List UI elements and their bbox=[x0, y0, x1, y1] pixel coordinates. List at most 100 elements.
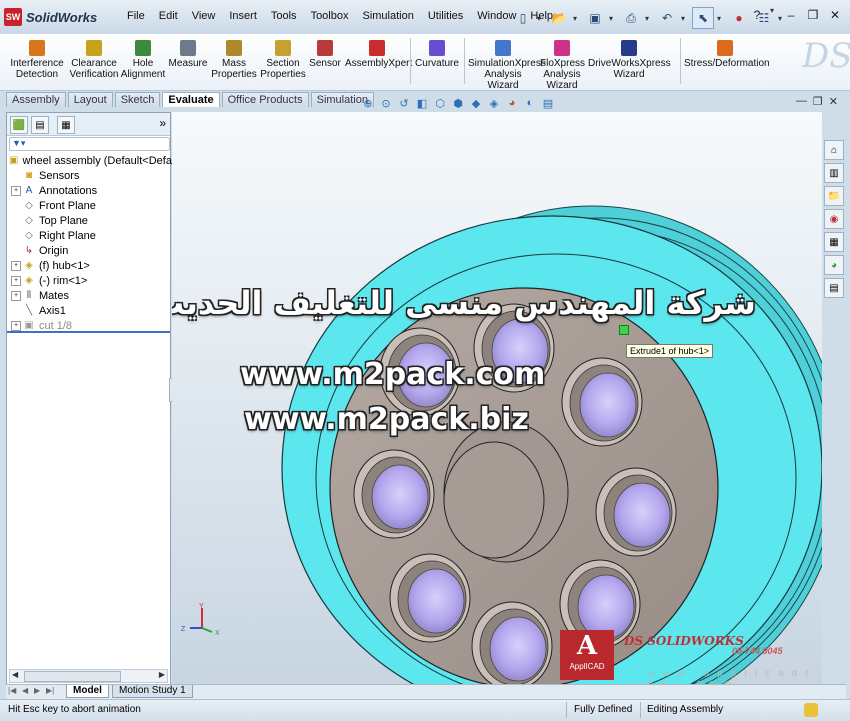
stress-button[interactable]: Stress/Deformation bbox=[684, 40, 770, 69]
menu-toolbox[interactable]: Toolbox bbox=[304, 10, 356, 22]
menu-file[interactable]: File bbox=[120, 10, 152, 22]
design-library-icon[interactable]: ▥ bbox=[824, 163, 844, 183]
search-icon[interactable]: ◉ bbox=[824, 209, 844, 229]
expand-toggle-icon[interactable]: + bbox=[11, 290, 21, 301]
tab-model[interactable]: Model bbox=[66, 685, 109, 698]
scroll-right-icon[interactable]: ▶ bbox=[159, 670, 165, 679]
propertymanager-tab-icon[interactable]: ▤ bbox=[31, 116, 49, 134]
apply-scene-icon[interactable]: ◐ bbox=[522, 95, 538, 111]
tree-node[interactable]: ◙ Sensors bbox=[7, 168, 170, 183]
scrollbar-thumb[interactable] bbox=[24, 671, 121, 682]
menu-view[interactable]: View bbox=[185, 10, 223, 22]
menu-insert[interactable]: Insert bbox=[222, 10, 264, 22]
tree-node[interactable]: ◇ Front Plane bbox=[7, 198, 170, 213]
measure-button[interactable]: Measure bbox=[168, 40, 208, 69]
viewport-restore-icon[interactable]: ❐ bbox=[813, 95, 823, 108]
horizontal-scrollbar[interactable]: ◀ ▶ bbox=[9, 669, 168, 683]
solidworks-resources-icon[interactable]: ⌂ bbox=[824, 140, 844, 160]
custom-properties-icon[interactable]: ▤ bbox=[824, 278, 844, 298]
new-document-icon[interactable]: ▯ bbox=[512, 7, 534, 29]
app-logo[interactable]: SW SolidWorks bbox=[4, 5, 114, 29]
tab-office-products[interactable]: Office Products bbox=[221, 92, 309, 107]
tree-node[interactable]: ↳ Origin bbox=[7, 243, 170, 258]
tree-node[interactable]: ◇ Right Plane bbox=[7, 228, 170, 243]
view-settings-icon[interactable]: ▤ bbox=[540, 95, 556, 111]
help-dropdown-icon[interactable]: ▾ bbox=[770, 6, 778, 24]
sensor-button[interactable]: Sensor bbox=[308, 40, 342, 69]
tree-node[interactable]: ▣ wheel assembly (Default<Defau bbox=[7, 153, 178, 168]
rollback-bar[interactable] bbox=[7, 331, 170, 333]
minimize-icon[interactable]: – bbox=[782, 6, 800, 24]
wheel-assembly-model[interactable] bbox=[172, 112, 822, 684]
rebuild-status-icon[interactable] bbox=[804, 703, 818, 717]
next-tab-icon[interactable]: ▶ bbox=[34, 686, 40, 695]
print-icon[interactable]: ⎙ bbox=[620, 7, 642, 29]
menu-utilities[interactable]: Utilities bbox=[421, 10, 470, 22]
tab-layout[interactable]: Layout bbox=[67, 92, 113, 107]
clearance-button[interactable]: Clearance Verification bbox=[68, 40, 120, 80]
viewport-minimize-icon[interactable]: — bbox=[796, 95, 807, 108]
open-dropdown-icon[interactable]: ▾ bbox=[573, 14, 581, 23]
tree-node[interactable]: ╲ Axis1 bbox=[7, 303, 170, 318]
filter-field[interactable]: ▼▾ bbox=[9, 137, 170, 151]
section-view-icon[interactable]: ◧ bbox=[414, 95, 430, 111]
scroll-left-icon[interactable]: ◀ bbox=[12, 670, 18, 679]
select-dropdown-icon[interactable]: ▾ bbox=[717, 14, 725, 23]
expand-toggle-icon[interactable]: + bbox=[11, 260, 21, 271]
hole-alignment-button[interactable]: Hole Alignment bbox=[120, 40, 166, 80]
save-dropdown-icon[interactable]: ▾ bbox=[609, 14, 617, 23]
tree-node[interactable]: + ◈ (-) rim<1> bbox=[7, 273, 170, 288]
undo-dropdown-icon[interactable]: ▾ bbox=[681, 14, 689, 23]
file-explorer-icon[interactable]: 📁 bbox=[824, 186, 844, 206]
view-orientation-icon[interactable]: ⬢ bbox=[450, 95, 466, 111]
section-button[interactable]: Section Properties bbox=[260, 40, 306, 80]
hide-show-icon[interactable]: ◈ bbox=[486, 95, 502, 111]
dynamic-annotation-icon[interactable]: ⬡ bbox=[432, 95, 448, 111]
expand-toggle-icon[interactable]: + bbox=[11, 275, 21, 286]
expand-toggle-icon[interactable]: + bbox=[11, 320, 21, 331]
tab-evaluate[interactable]: Evaluate bbox=[162, 92, 220, 107]
tab-sketch[interactable]: Sketch bbox=[114, 92, 161, 107]
tab-motion-study-1[interactable]: Motion Study 1 bbox=[112, 685, 193, 698]
expand-panel-icon[interactable]: » bbox=[159, 116, 166, 130]
configurationmanager-tab-icon[interactable]: ▦ bbox=[57, 116, 75, 134]
tree-node[interactable]: + ◈ (f) hub<1> bbox=[7, 258, 170, 273]
prev-tab-icon[interactable]: ◀ bbox=[22, 686, 28, 695]
zoom-to-fit-icon[interactable]: ⊕ bbox=[360, 95, 376, 111]
zoom-to-area-icon[interactable]: ⊙ bbox=[378, 95, 394, 111]
assemblyxpert-button[interactable]: AssemblyXpert bbox=[345, 40, 412, 69]
graphics-area[interactable]: شركة المهندس منسى للتغليف الحديث www.m2p… bbox=[172, 112, 822, 684]
selection-vertex-marker[interactable] bbox=[619, 325, 629, 335]
floxpress-button[interactable]: FloXpress Analysis Wizard bbox=[540, 40, 585, 91]
tab-assembly[interactable]: Assembly bbox=[6, 92, 66, 107]
view-palette-icon[interactable]: ▦ bbox=[824, 232, 844, 252]
select-pointer-icon[interactable]: ⬉ bbox=[692, 7, 714, 29]
simulationxpress-button[interactable]: SimulationXpress Analysis Wizard bbox=[468, 40, 546, 91]
tree-node[interactable]: ◇ Top Plane bbox=[7, 213, 170, 228]
interference-button[interactable]: Interference Detection bbox=[6, 40, 68, 80]
new-dropdown-icon[interactable]: ▾ bbox=[537, 14, 545, 23]
close-icon[interactable]: ✕ bbox=[826, 6, 844, 24]
tree-node[interactable]: + A Annotations bbox=[7, 183, 170, 198]
driveworks-button[interactable]: DriveWorksXpress Wizard bbox=[588, 40, 671, 80]
print-dropdown-icon[interactable]: ▾ bbox=[645, 14, 653, 23]
expand-toggle-icon[interactable]: + bbox=[11, 185, 21, 196]
undo-icon[interactable]: ↶ bbox=[656, 7, 678, 29]
first-tab-icon[interactable]: |◀ bbox=[8, 686, 16, 695]
previous-view-icon[interactable]: ↺ bbox=[396, 95, 412, 111]
viewport-close-icon[interactable]: ✕ bbox=[829, 95, 838, 108]
scale-button[interactable]: Mass Properties bbox=[210, 40, 258, 80]
restore-icon[interactable]: ❐ bbox=[804, 6, 822, 24]
last-tab-icon[interactable]: ▶| bbox=[46, 686, 54, 695]
edit-appearance-icon[interactable]: ◕ bbox=[504, 95, 520, 111]
rebuild-traffic-light-icon[interactable]: ● bbox=[728, 7, 750, 29]
appearances-icon[interactable]: ◕ bbox=[824, 255, 844, 275]
help-icon[interactable]: ? bbox=[748, 6, 766, 24]
curvature-button[interactable]: Curvature bbox=[414, 40, 460, 69]
featuremanager-tab-icon[interactable]: 🟩 bbox=[10, 116, 28, 134]
menu-tools[interactable]: Tools bbox=[264, 10, 304, 22]
menu-edit[interactable]: Edit bbox=[152, 10, 185, 22]
menu-simulation[interactable]: Simulation bbox=[355, 10, 420, 22]
open-folder-icon[interactable]: 📂 bbox=[548, 7, 570, 29]
display-style-icon[interactable]: ◆ bbox=[468, 95, 484, 111]
